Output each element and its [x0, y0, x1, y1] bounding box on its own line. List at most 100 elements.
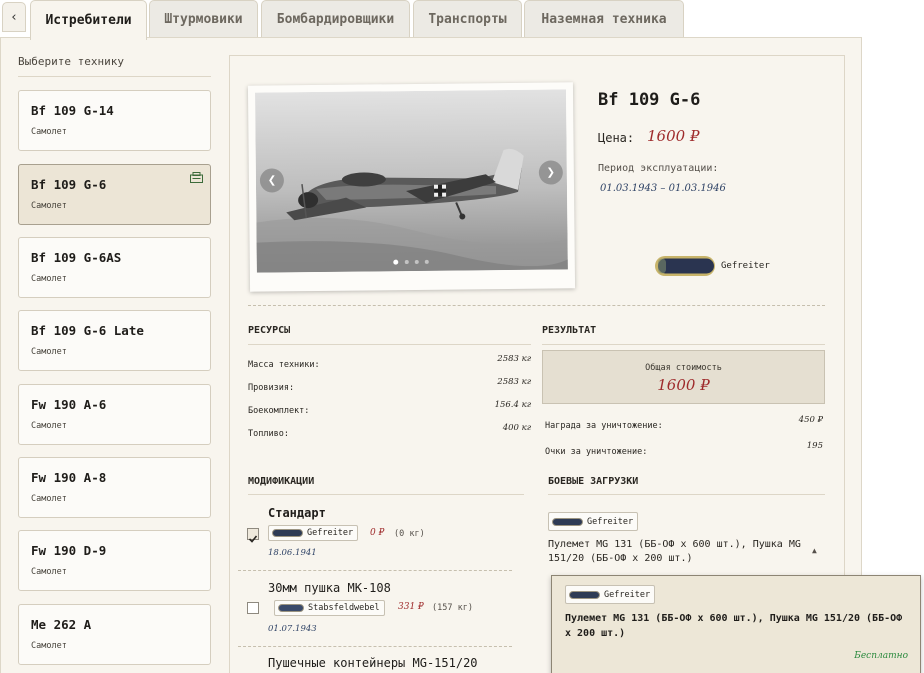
modification-date: 18.06.1941: [268, 548, 317, 558]
shoulder-strap-icon: [569, 590, 600, 599]
vehicle-card-name: Bf 109 G-6AS: [31, 250, 122, 265]
resource-value: 156.4 кг: [494, 400, 531, 410]
rank-label: Gefreiter: [307, 528, 354, 538]
resource-value: 400 кг: [502, 423, 531, 433]
divider: [18, 76, 211, 77]
sidebar-title: Выберите технику: [18, 55, 124, 68]
shoulder-strap-icon: [655, 256, 715, 276]
shoulder-strap-icon: [552, 517, 583, 526]
aircraft-photo-image: [255, 89, 568, 273]
tab-bombers[interactable]: Бомбардировщики: [261, 0, 410, 37]
modification-checkbox[interactable]: [247, 528, 259, 543]
modification-cost: 0 ₽: [370, 528, 385, 538]
tab-ground-vehicles[interactable]: Наземная техника: [524, 0, 684, 37]
vehicle-card-name: Bf 109 G-14: [31, 103, 114, 118]
divider: [238, 646, 512, 647]
service-period-value: 01.03.1943 – 01.03.1946: [600, 183, 726, 194]
chevron-left-icon: ‹: [10, 9, 18, 25]
result-value: 195: [806, 441, 823, 451]
rank-label: Gefreiter: [587, 516, 634, 527]
divider: [542, 344, 825, 345]
divider: [248, 344, 531, 345]
vehicle-card-name: Bf 109 G-6: [31, 177, 107, 192]
vehicle-card-name: Fw 190 D-9: [31, 543, 107, 558]
vehicle-card-selected[interactable]: Bf 109 G-6 Самолет: [18, 164, 211, 225]
modification-name: Стандарт: [268, 506, 326, 520]
vehicle-card-type: Самолет: [31, 127, 67, 137]
modification-date: 01.07.1943: [268, 624, 317, 634]
total-cost-label: Общая стоимость: [645, 363, 722, 373]
total-cost-box: Общая стоимость 1600 ₽: [542, 350, 825, 404]
loadout-option[interactable]: Gefreiter Пулемет MG 131 (ББ-ОФ x 600 шт…: [551, 575, 921, 673]
chevron-left-icon: ❮: [267, 172, 277, 189]
vehicle-card[interactable]: Fw 190 D-9 Самолет: [18, 530, 211, 591]
modification-weight: (157 кг): [432, 603, 473, 613]
chevron-right-icon: ❯: [546, 164, 556, 181]
loadouts-heading: БОЕВЫЕ ЗАГРУЗКИ: [548, 476, 639, 487]
modification-cost: 331 ₽: [398, 602, 424, 612]
loadout-option-text: Пулемет MG 131 (ББ-ОФ x 600 шт.), Пушка …: [565, 613, 903, 639]
tab-attackers[interactable]: Штурмовики: [149, 0, 258, 37]
vehicle-card-type: Самолет: [31, 201, 67, 211]
next-photo-button[interactable]: ❯: [538, 160, 563, 185]
vehicle-category-tabs: ‹ Истребители Штурмовики Бомбардировщики…: [0, 0, 924, 40]
shoulder-strap-icon: [272, 529, 303, 537]
vehicle-name: Bf 109 G-6: [598, 90, 701, 110]
selected-vehicle-icon: [190, 172, 203, 183]
vehicle-card-type: Самолет: [31, 641, 67, 651]
caret-up-icon[interactable]: ▲: [812, 546, 817, 555]
modification-weight: (0 кг): [394, 529, 425, 539]
price-value: 1600 ₽: [647, 127, 700, 145]
result-label: Очки за уничтожение:: [545, 447, 648, 457]
tab-fighters[interactable]: Истребители: [30, 0, 147, 40]
resource-value: 2583 кг: [497, 354, 531, 364]
rank-badge: Gefreiter: [268, 525, 359, 541]
rank-badge: Gefreiter: [565, 585, 656, 604]
vehicle-photo: ❮ ❯: [247, 82, 576, 292]
resource-label: Боекомплект:: [248, 406, 310, 416]
rank-label: Stabsfeldwebel: [308, 603, 380, 613]
vehicle-card-type: Самолет: [31, 421, 67, 431]
vehicle-card-type: Самолет: [31, 494, 67, 504]
resource-value: 2583 кг: [497, 377, 531, 387]
service-period-label: Период эксплуатации:: [598, 163, 719, 174]
rank-badge: Stabsfeldwebel: [274, 600, 385, 616]
shoulder-strap-icon: [278, 604, 304, 612]
vehicle-card-type: Самолет: [31, 347, 67, 357]
vehicle-card[interactable]: Fw 190 A-6 Самолет: [18, 384, 211, 445]
checkmark-icon: [248, 535, 258, 543]
vehicle-card-type: Самолет: [31, 567, 67, 577]
vehicle-card[interactable]: Bf 109 G-6AS Самолет: [18, 237, 211, 298]
price-label: Цена:: [598, 131, 635, 145]
resource-label: Провизия:: [248, 383, 295, 393]
previous-photo-button[interactable]: ❮: [259, 168, 285, 193]
vehicle-card-name: Me 262 A: [31, 617, 92, 632]
vehicle-card-name: Fw 190 A-6: [31, 397, 107, 412]
rank-badge: Gefreiter: [548, 512, 639, 531]
vehicle-card[interactable]: Bf 109 G-6 Late Самолет: [18, 310, 211, 371]
loadout-select[interactable]: Пулемет MG 131 (ББ-ОФ x 600 шт.), Пушка …: [548, 538, 813, 566]
back-button[interactable]: ‹: [2, 2, 26, 32]
rank-label: Gefreiter: [604, 589, 651, 600]
tab-transports[interactable]: Транспорты: [413, 0, 522, 37]
required-rank: Gefreiter: [721, 261, 770, 271]
modification-name: Пушечные контейнеры MG-151/20: [268, 656, 478, 670]
divider: [248, 494, 524, 495]
resource-label: Топливо:: [248, 429, 289, 439]
vehicle-card-type: Самолет: [31, 274, 67, 284]
vehicle-card[interactable]: Bf 109 G-14 Самолет: [18, 90, 211, 151]
modifications-heading: МОДИФИКАЦИИ: [248, 476, 315, 487]
vehicle-card-name: Bf 109 G-6 Late: [31, 323, 144, 338]
modification-name: 30мм пушка MK-108: [268, 581, 391, 595]
resources-heading: РЕСУРСЫ: [248, 325, 291, 336]
resource-label: Масса техники:: [248, 360, 320, 370]
result-heading: РЕЗУЛЬТАТ: [542, 325, 597, 336]
result-value: 450 ₽: [798, 415, 823, 425]
loadout-option-price: Бесплатно: [854, 651, 908, 661]
modification-checkbox[interactable]: [247, 602, 259, 614]
divider: [238, 570, 512, 571]
divider: [548, 494, 825, 495]
vehicle-card[interactable]: Me 262 A Самолет: [18, 604, 211, 665]
vehicle-card[interactable]: Fw 190 A-8 Самолет: [18, 457, 211, 518]
result-label: Награда за уничтожение:: [545, 421, 663, 431]
